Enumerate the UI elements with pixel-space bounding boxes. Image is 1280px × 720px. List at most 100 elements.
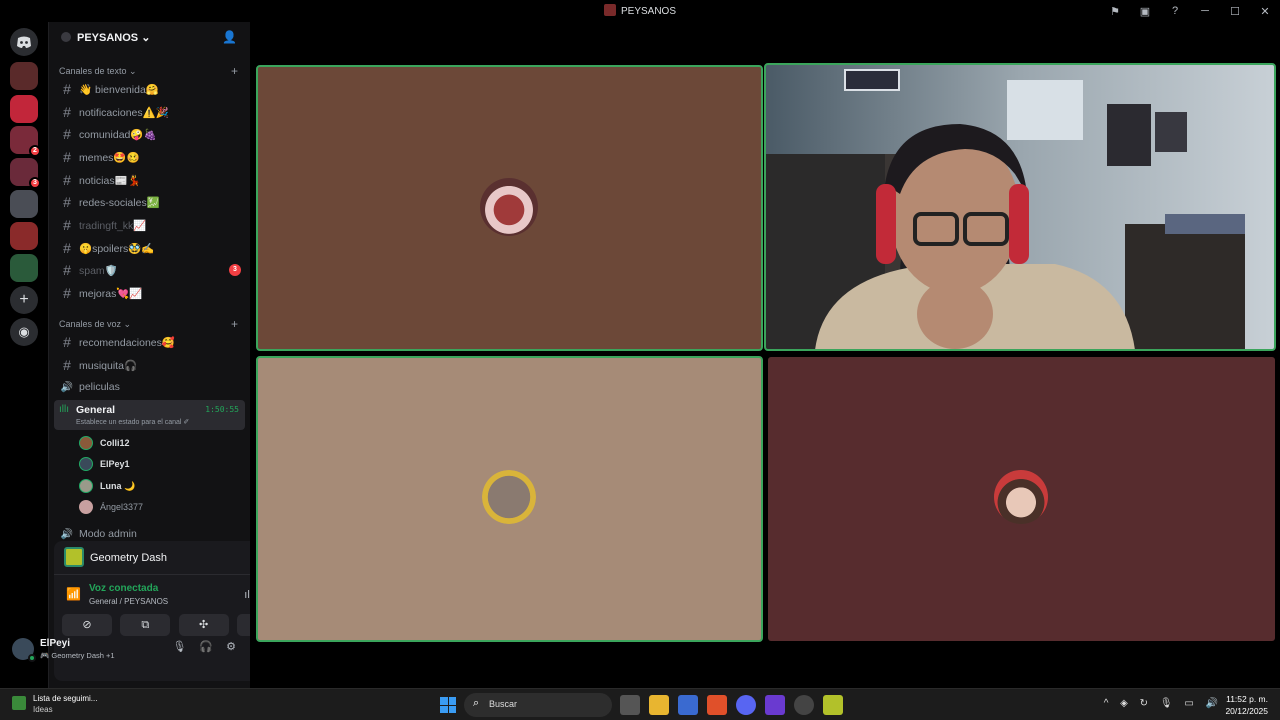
discord-home-icon[interactable]	[10, 28, 38, 56]
search-icon: ⌕	[473, 697, 480, 709]
channel-spam[interactable]: # spam🛡️ 3	[57, 260, 247, 280]
channel-peliculas[interactable]: 🔊 peliculas	[57, 377, 247, 397]
minimize-button[interactable]: ─	[1190, 5, 1220, 17]
hash-icon: #	[63, 285, 71, 301]
signal-icon[interactable]: 📶	[66, 587, 81, 601]
avatar	[79, 500, 93, 514]
channel-redes-sociales[interactable]: # redes-sociales💹	[57, 192, 247, 212]
add-text-channel-icon[interactable]: +	[231, 64, 238, 78]
server-boost-icon	[61, 32, 71, 42]
server-4[interactable]: 3	[10, 158, 41, 189]
channel-spoilers[interactable]: # 🤫spoilers🥸✍️	[57, 238, 247, 258]
participant-tile[interactable]	[256, 356, 763, 642]
channel-recomendaciones[interactable]: # recomendaciones🥰	[57, 332, 247, 352]
channel-tradingft[interactable]: # tradingft_kk📈	[57, 215, 247, 235]
server-3[interactable]: 2	[10, 126, 41, 157]
unread-badge: 3	[29, 177, 41, 189]
server-tb[interactable]	[10, 95, 38, 123]
voice-member[interactable]: Luna 🌙	[79, 477, 135, 495]
sync-icon[interactable]: ↻	[1140, 698, 1148, 709]
store-icon[interactable]	[678, 695, 698, 715]
flag-icon[interactable]: ⚑	[1100, 5, 1130, 18]
participant-video-tile[interactable]	[764, 63, 1276, 351]
hash-icon: #	[63, 104, 71, 120]
tray-overflow-icon[interactable]: ^	[1104, 698, 1109, 709]
category-voice-channels[interactable]: Canales de voz ⌄	[59, 319, 131, 330]
close-button[interactable]: ✕	[1250, 5, 1280, 18]
channel-mejoras[interactable]: # mejoras💘📈	[57, 283, 247, 303]
chevron-down-icon: ⌄	[141, 32, 151, 44]
voice-location[interactable]: General / PEYSANOS	[89, 597, 168, 606]
add-server-icon[interactable]: +	[10, 286, 38, 314]
user-panel: ElPeyi 🎮 Geometry Dash +1 🎙 🎧 ⚙	[0, 628, 250, 670]
mic-tray-icon[interactable]: 🎙	[1160, 698, 1173, 709]
server-name[interactable]: PEYSANOS ⌄	[61, 31, 150, 44]
clock[interactable]: 11:52 p. m. 20/12/2025	[1225, 693, 1268, 717]
voice-member[interactable]: Colli12	[79, 434, 130, 452]
geometry-dash-taskbar-icon[interactable]	[823, 695, 843, 715]
avatar[interactable]	[12, 638, 36, 662]
voice-connected-label[interactable]: Voz conectada	[89, 583, 158, 594]
settings-icon[interactable]: ⚙	[226, 641, 236, 653]
maximize-button[interactable]: ☐	[1220, 5, 1250, 18]
channel-memes[interactable]: # memes🤩🥴	[57, 147, 247, 167]
headset-icon[interactable]: 🎧	[199, 641, 213, 653]
set-channel-status[interactable]: Establece un estado para el canal ✐	[76, 418, 189, 426]
window-title: PEYSANOS	[0, 4, 1280, 17]
channel-musiquita[interactable]: # musiquita🎧	[57, 355, 247, 375]
search-placeholder: Buscar	[489, 699, 518, 709]
invite-people-icon[interactable]: 👤	[222, 30, 237, 44]
webcam-video	[765, 64, 1275, 350]
stocks-icon	[12, 696, 26, 710]
inbox-icon[interactable]: ▣	[1130, 5, 1160, 18]
app-icon[interactable]	[765, 695, 785, 715]
hash-icon: #	[63, 172, 71, 188]
server-peysanos[interactable]	[10, 62, 38, 90]
add-voice-channel-icon[interactable]: +	[231, 317, 238, 331]
steam-icon[interactable]	[794, 695, 814, 715]
speaker-icon: 🔊	[60, 528, 74, 540]
hash-icon: #	[63, 262, 71, 278]
channel-bienvenida[interactable]: # 👋 bienvenida🤗	[57, 79, 247, 99]
hash-icon: #	[63, 357, 71, 373]
user-controls: 🎙 🎧 ⚙	[159, 640, 236, 653]
title-bar-controls: ⚑ ▣ ? ─ ☐ ✕	[1100, 0, 1280, 22]
server-header[interactable]: PEYSANOS ⌄ 👤	[49, 22, 251, 54]
participant-tile[interactable]	[256, 65, 763, 351]
search-box[interactable]: ⌕ Buscar	[464, 693, 612, 717]
discord-taskbar-icon[interactable]	[736, 695, 756, 715]
hash-icon: #	[63, 194, 71, 210]
channel-sidebar: PEYSANOS ⌄ 👤 Canales de texto ⌄ + # 👋 bie…	[48, 22, 293, 688]
voice-member[interactable]: Ángel3377	[79, 498, 143, 516]
volume-icon[interactable]: 🔊	[1206, 698, 1218, 709]
username[interactable]: ElPeyi	[40, 638, 70, 649]
server-7[interactable]	[10, 254, 38, 282]
game-name: Geometry Dash	[90, 552, 168, 564]
avatar	[994, 470, 1048, 524]
voice-timer: 1:50:55	[205, 405, 239, 414]
server-6[interactable]	[10, 222, 38, 250]
display-icon[interactable]: ▭	[1184, 698, 1193, 709]
file-explorer-icon[interactable]	[649, 695, 669, 715]
participant-tile[interactable]	[768, 357, 1275, 641]
hash-icon: #	[63, 240, 71, 256]
start-button[interactable]	[440, 697, 456, 713]
category-text-channels[interactable]: Canales de texto ⌄	[59, 66, 137, 77]
discover-icon[interactable]: ◉	[10, 318, 38, 346]
channel-notificaciones[interactable]: # notificaciones⚠️🎉	[57, 102, 247, 122]
voice-member[interactable]: ElPey1	[79, 455, 130, 473]
network-icon[interactable]: ◈	[1120, 698, 1128, 709]
server-icon	[603, 4, 616, 16]
channel-noticias[interactable]: # noticias📰💃	[57, 170, 247, 190]
task-view-icon[interactable]	[620, 695, 640, 715]
brave-icon[interactable]	[707, 695, 727, 715]
voice-active-icon: ıllı	[59, 404, 69, 415]
channel-comunidad[interactable]: # comunidad🤪🍇	[57, 124, 247, 144]
server-5[interactable]	[10, 190, 38, 218]
hash-icon: #	[63, 126, 71, 142]
date: 20/12/2025	[1225, 706, 1268, 716]
help-icon[interactable]: ?	[1160, 5, 1190, 17]
voice-channel-general[interactable]: ıllı General 1:50:55 Establece un estado…	[54, 400, 245, 430]
mic-icon[interactable]: 🎙	[172, 641, 186, 653]
geometry-dash-icon	[64, 547, 84, 567]
